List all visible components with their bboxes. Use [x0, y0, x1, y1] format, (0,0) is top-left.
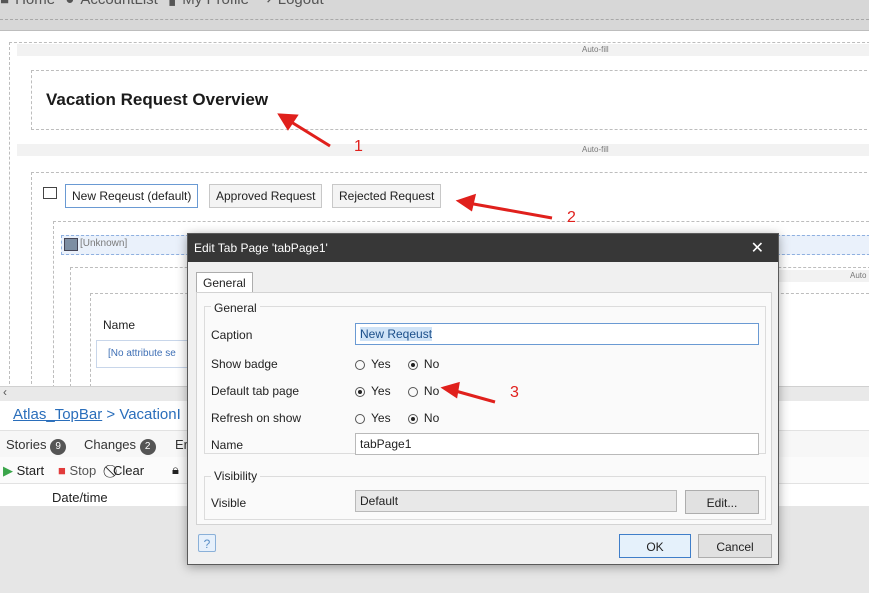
arrow-1-head — [277, 113, 299, 131]
annotation-arrows — [277, 113, 553, 404]
annotation-overlay — [277, 113, 553, 404]
annotation-1: 1 — [354, 138, 363, 155]
arrow-3-head — [440, 381, 460, 399]
arrow-2-head — [455, 193, 477, 212]
annotation-2: 2 — [567, 209, 576, 226]
annotation-3: 3 — [510, 384, 519, 401]
arrow-2-line — [467, 201, 553, 220]
arrow-3-line — [451, 388, 496, 404]
arrow-1-line — [287, 118, 331, 148]
